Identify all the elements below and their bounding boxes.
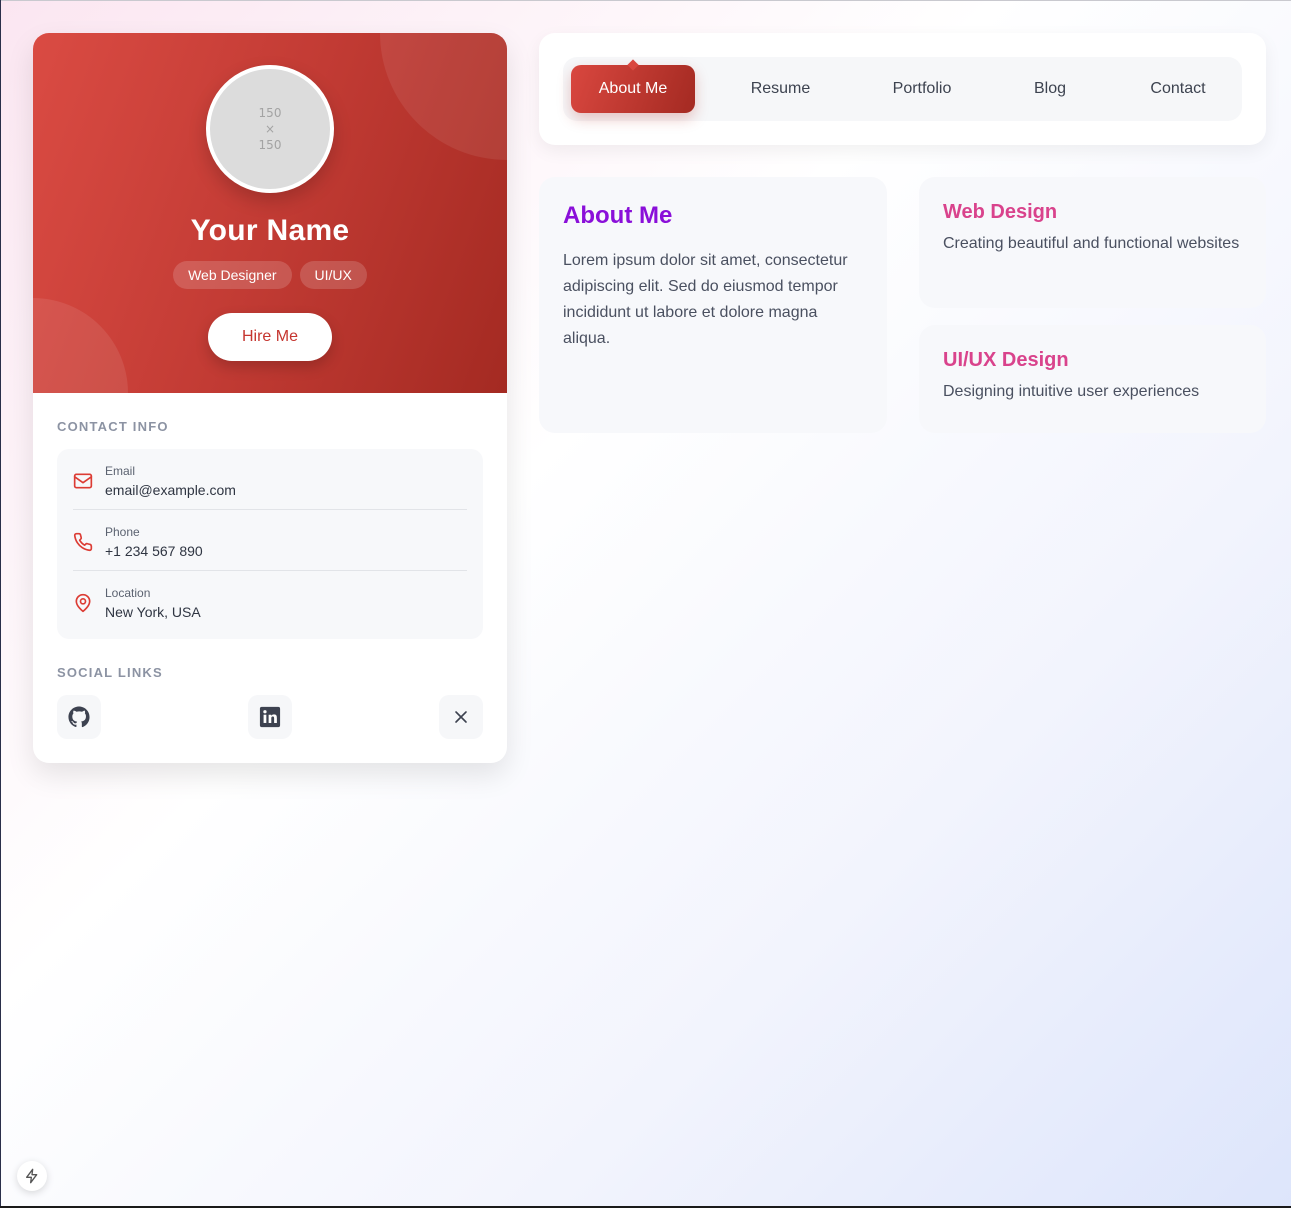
tab-contact[interactable]: Contact [1123,65,1233,113]
github-link[interactable] [57,695,101,739]
service-title: UI/UX Design [943,349,1069,371]
contact-value: New York, USA [105,604,201,620]
hire-me-button[interactable]: Hire Me [208,313,332,361]
bolt-button[interactable] [17,1161,47,1191]
service-card-web-design: Web Design Creating beautiful and functi… [919,177,1266,308]
mail-icon [73,473,93,489]
contact-item-phone[interactable]: Phone +1 234 567 890 [73,510,467,571]
profile-hero: 150 × 150 Your Name Web Designer UI/UX H… [33,33,507,393]
github-icon [68,706,90,728]
profile-card: 150 × 150 Your Name Web Designer UI/UX H… [33,33,507,763]
window-left-border [0,0,1,1208]
social-links [57,695,483,739]
contact-label: Location [105,586,151,600]
service-card-ui-ux-design: UI/UX Design Designing intuitive user ex… [919,325,1266,433]
phone-icon [73,532,93,552]
contact-label: Email [105,464,136,478]
tag-web-designer: Web Designer [173,261,292,289]
avatar-placeholder-text: 150 [258,106,282,120]
contact-value: +1 234 567 890 [105,543,203,559]
profile-tags: Web Designer UI/UX [33,261,507,289]
social-links-heading: SOCIAL LINKS [57,665,163,680]
window-top-border [0,0,1291,1]
bolt-icon [26,1168,38,1184]
navigation-card: About Me Resume Portfolio Blog Contact [539,33,1266,145]
about-text: Lorem ipsum dolor sit amet, consectetur … [563,252,848,347]
avatar-placeholder-text: × [264,122,276,136]
service-text: Designing intuitive user experiences [943,383,1200,400]
about-me-section: About Me Lorem ipsum dolor sit amet, con… [539,177,887,433]
x-twitter-icon [455,711,467,723]
service-text: Creating beautiful and functional websit… [943,235,1240,252]
avatar: 150 × 150 [206,65,334,193]
decorative-circle [380,33,507,160]
contact-value: email@example.com [105,482,236,498]
contact-item-email[interactable]: Email email@example.com [73,449,467,510]
tab-resume[interactable]: Resume [723,65,838,113]
tab-blog[interactable]: Blog [1006,65,1094,113]
contact-info-list: Email email@example.com Phone +1 234 567… [57,449,483,639]
tab-about-me[interactable]: About Me [571,65,695,113]
contact-info-heading: CONTACT INFO [57,419,169,434]
linkedin-link[interactable] [248,695,292,739]
nav-tabs: About Me Resume Portfolio Blog Contact [563,57,1242,121]
service-title: Web Design [943,201,1058,223]
tab-portfolio[interactable]: Portfolio [866,65,978,113]
about-title: About Me [563,202,673,229]
map-pin-icon [75,593,91,613]
linkedin-icon [259,706,281,728]
profile-name: Your Name [190,214,350,247]
decorative-circle [33,298,128,393]
tag-ui-ux: UI/UX [299,261,367,289]
x-link[interactable] [439,695,483,739]
contact-item-location[interactable]: Location New York, USA [73,571,467,632]
contact-label: Phone [105,525,140,539]
avatar-placeholder-text: 150 [258,138,282,152]
